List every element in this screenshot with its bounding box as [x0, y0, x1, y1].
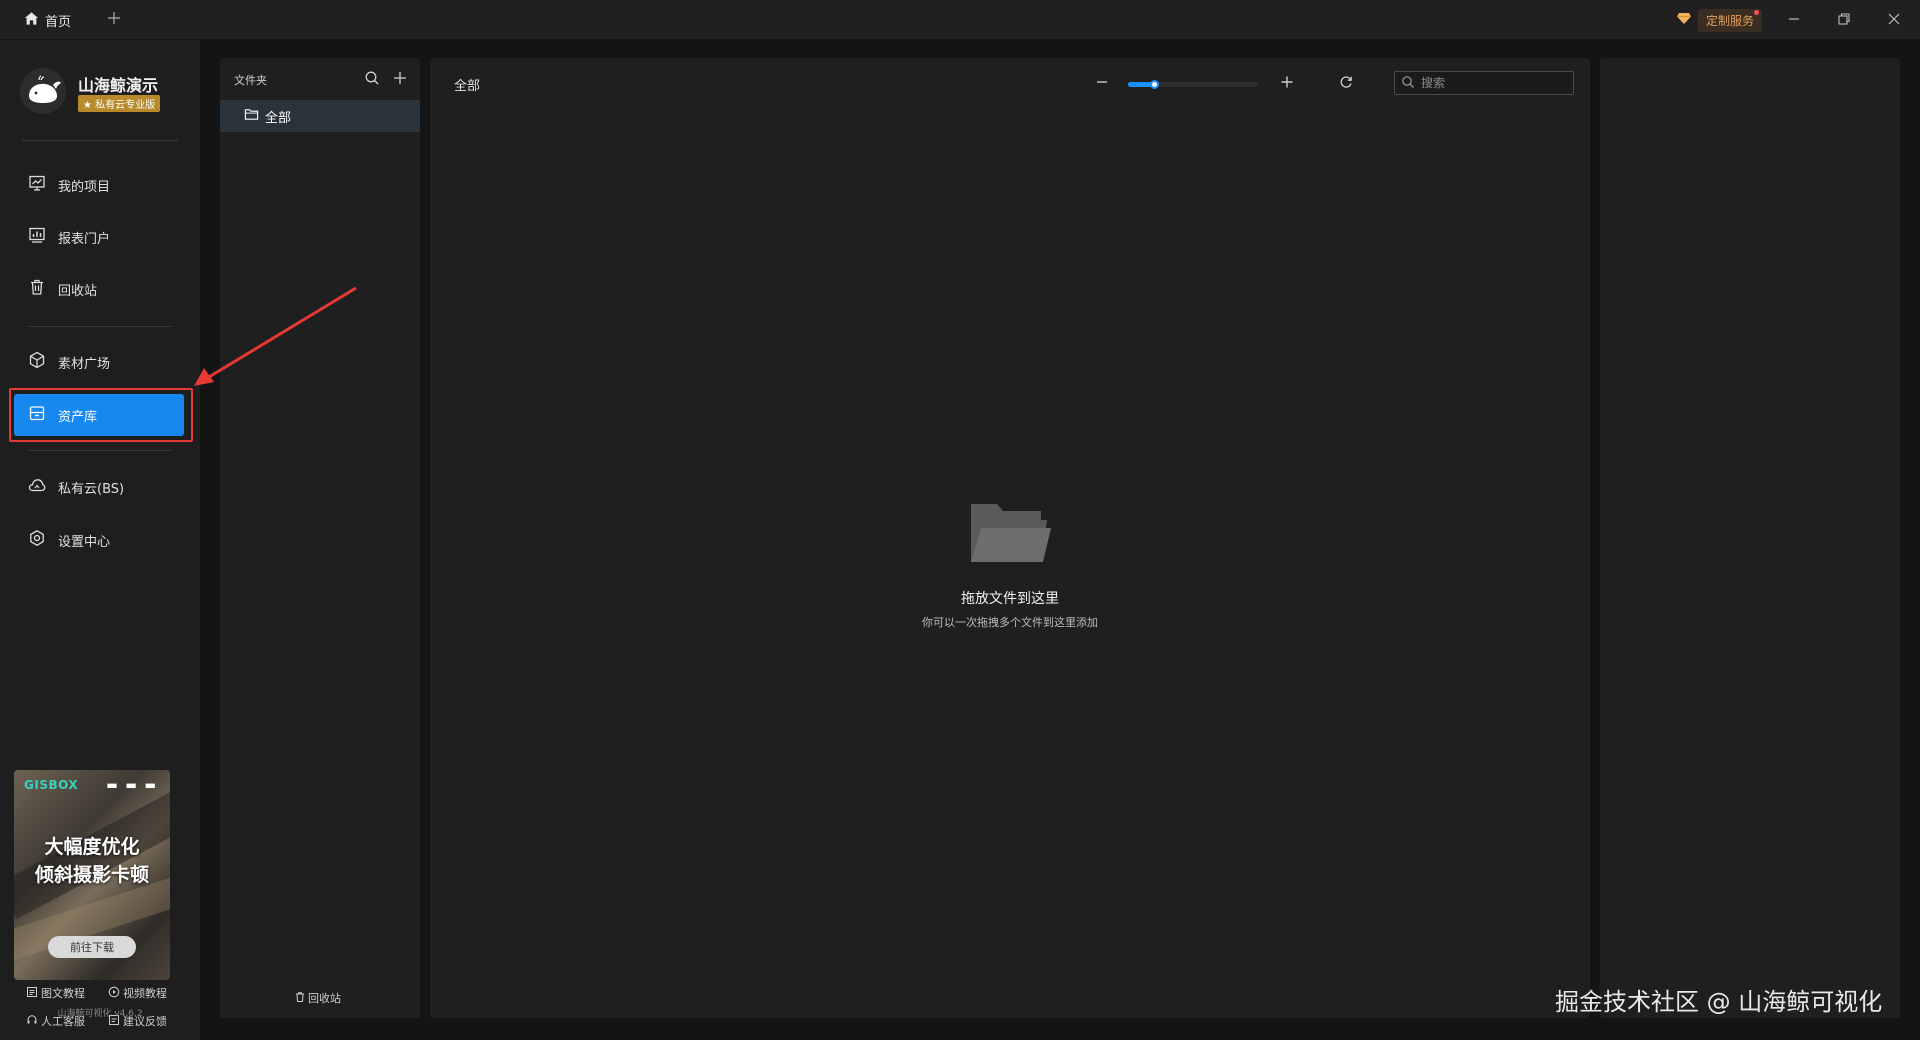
- new-tab-button[interactable]: [100, 6, 128, 34]
- play-circle-icon: [108, 986, 120, 1001]
- folder-item-label: 全部: [265, 110, 292, 126]
- brand-name: 山海鲸演示: [78, 76, 159, 95]
- add-folder-button[interactable]: [392, 70, 410, 88]
- sidebar-item-label: 报表门户: [58, 231, 111, 247]
- divider: [28, 450, 172, 451]
- whale-logo-icon: [20, 68, 66, 114]
- sidebar-item-label: 我的项目: [58, 179, 111, 195]
- text-tutorial-link[interactable]: 图文教程: [26, 985, 85, 1001]
- refresh-icon: [1338, 74, 1354, 94]
- main-panel-title: 全部: [454, 79, 481, 94]
- main-panel: 全部 搜索 拖放文件到这里 你可以一次拖拽多个文件到这里添加: [430, 58, 1590, 1018]
- folder-icon: [244, 107, 259, 126]
- title-bar: 首页 定制服务: [0, 0, 1920, 40]
- restore-icon: [1837, 11, 1851, 30]
- cloud-icon: [28, 476, 46, 498]
- divider: [28, 326, 172, 327]
- video-tutorial-link[interactable]: 视频教程: [108, 985, 167, 1001]
- bar-chart-icon: [28, 226, 46, 248]
- promo-headline: 大幅度优化: [44, 836, 140, 858]
- folder-recycle-bin-link[interactable]: 回收站: [294, 990, 341, 1006]
- close-button[interactable]: [1870, 0, 1918, 40]
- diamond-icon: [1676, 10, 1692, 30]
- search-box[interactable]: [1394, 71, 1574, 95]
- plus-icon: [392, 71, 408, 90]
- trash-icon: [294, 991, 306, 1006]
- sidebar-item-label: 回收站: [58, 283, 98, 299]
- notification-dot: [1754, 9, 1760, 15]
- promo-dots-icon: ▬ ▬ ▬: [106, 778, 158, 792]
- promo-logo: GISBOX: [24, 778, 79, 792]
- plus-icon: [106, 10, 122, 30]
- folder-panel-title: 文件夹: [234, 74, 267, 87]
- minimize-button[interactable]: [1770, 0, 1818, 40]
- gear-icon: [28, 529, 46, 551]
- detail-panel: [1600, 58, 1900, 1018]
- sidebar-item-private-cloud[interactable]: 私有云(BS): [14, 466, 184, 508]
- cube-icon: [28, 351, 46, 373]
- app-window: 首页 定制服务 山海鲸演示 ★ 私有云专业版 我的项目 报表门户 回收站 素材广…: [0, 0, 1920, 1040]
- home-icon: [24, 11, 39, 30]
- folder-item-all[interactable]: 全部: [220, 100, 420, 132]
- edition-badge: ★ 私有云专业版: [78, 95, 161, 112]
- custom-service-label: 定制服务: [1698, 8, 1763, 32]
- annotation-highlight-box: [9, 388, 193, 442]
- version-label: 山海鲸可视化 v4.6.2: [57, 1009, 143, 1019]
- tab-home-label: 首页: [45, 14, 72, 30]
- sidebar-item-label: 设置中心: [58, 534, 111, 550]
- chart-board-icon: [28, 174, 46, 196]
- video-tutorial-label: 视频教程: [123, 987, 167, 1000]
- divider: [22, 140, 178, 141]
- empty-state-subtitle: 你可以一次拖拽多个文件到这里添加: [922, 616, 1098, 629]
- zoom-slider[interactable]: [1128, 80, 1258, 89]
- zoom-in-button[interactable]: [1275, 72, 1299, 96]
- tab-home[interactable]: 首页: [14, 4, 88, 36]
- zoom-slider-handle[interactable]: [1150, 80, 1159, 89]
- zoom-out-button[interactable]: [1090, 72, 1114, 96]
- trash-icon: [28, 278, 46, 300]
- custom-service-button[interactable]: 定制服务: [1676, 7, 1770, 33]
- minimize-icon: [1787, 11, 1801, 30]
- promo-subheadline: 倾斜摄影卡顿: [34, 864, 149, 886]
- recycle-bin-label: 回收站: [308, 992, 341, 1005]
- folder-panel: 文件夹 全部 回收站: [220, 58, 420, 1018]
- annotation-arrow-icon: [194, 286, 357, 386]
- sidebar-item-recycle-bin[interactable]: 回收站: [14, 268, 184, 310]
- empty-state: 拖放文件到这里 你可以一次拖拽多个文件到这里添加: [860, 498, 1160, 630]
- empty-state-title: 拖放文件到这里: [961, 591, 1059, 607]
- sidebar-item-my-projects[interactable]: 我的项目: [14, 164, 184, 206]
- search-icon: [364, 71, 380, 90]
- sidebar-item-label: 私有云(BS): [58, 481, 125, 497]
- promo-banner[interactable]: GISBOX ▬ ▬ ▬ 大幅度优化 倾斜摄影卡顿 前往下载: [14, 770, 170, 980]
- sidebar-item-settings[interactable]: 设置中心: [14, 519, 184, 561]
- custom-service-text: 定制服务: [1706, 13, 1755, 28]
- restore-button[interactable]: [1820, 0, 1868, 40]
- promo-download-button[interactable]: 前往下载: [48, 936, 136, 958]
- open-folder-icon: [967, 498, 1053, 568]
- avatar[interactable]: [20, 68, 66, 114]
- refresh-button[interactable]: [1334, 72, 1358, 96]
- sidebar-item-label: 素材广场: [58, 356, 111, 372]
- watermark: 掘金技术社区 @ 山海鲸可视化: [1555, 988, 1883, 1016]
- sidebar-item-report-portal[interactable]: 报表门户: [14, 216, 184, 258]
- document-icon: [26, 986, 38, 1001]
- search-input[interactable]: [1421, 76, 1571, 90]
- folder-search-button[interactable]: [364, 70, 382, 88]
- sidebar: 山海鲸演示 ★ 私有云专业版 我的项目 报表门户 回收站 素材广场 资产库 私有…: [0, 40, 200, 1040]
- text-tutorial-label: 图文教程: [41, 987, 85, 1000]
- minus-icon: [1094, 74, 1110, 94]
- brand-block: 山海鲸演示 ★ 私有云专业版: [20, 68, 190, 128]
- close-icon: [1887, 11, 1901, 30]
- sidebar-item-material-plaza[interactable]: 素材广场: [14, 341, 184, 383]
- search-icon: [1401, 74, 1415, 93]
- plus-icon: [1279, 74, 1295, 94]
